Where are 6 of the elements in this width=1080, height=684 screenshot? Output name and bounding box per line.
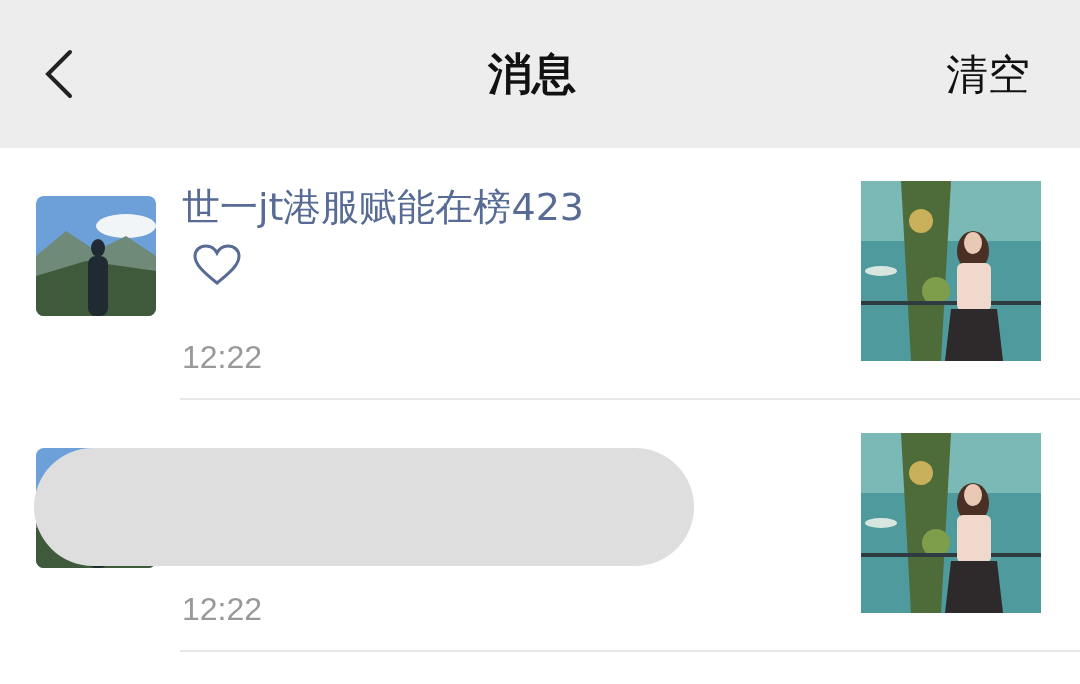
clear-button[interactable]: 清空	[946, 42, 1030, 106]
heart-icon	[192, 243, 242, 287]
sender-name[interactable]: 世一jt港服赋能在榜423	[182, 181, 584, 233]
message-time: 12:22	[182, 590, 263, 629]
page-title: 消息	[488, 47, 576, 101]
message-time: 12:22	[182, 338, 263, 377]
